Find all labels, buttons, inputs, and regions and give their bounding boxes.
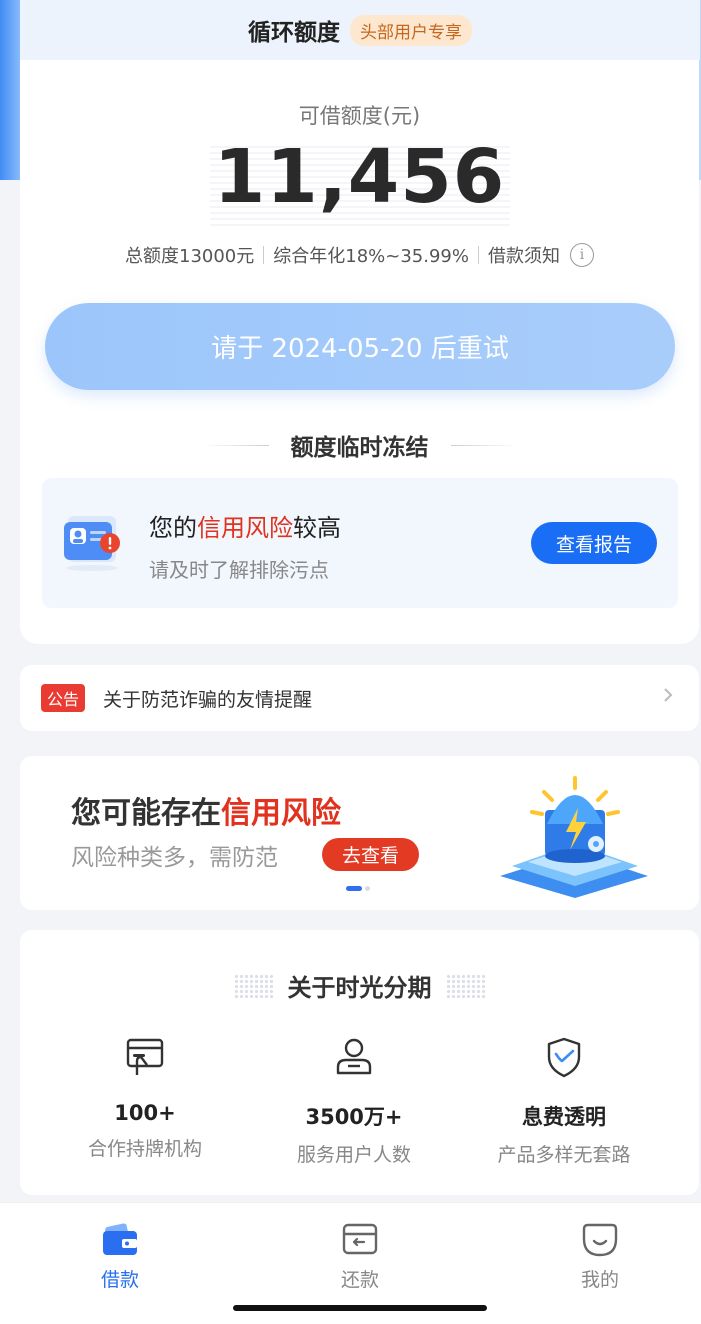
page-dot xyxy=(365,886,370,891)
decorative-dots xyxy=(445,973,486,998)
wallet-icon xyxy=(103,1223,137,1255)
feature-desc: 产品多样无套路 xyxy=(497,1144,631,1166)
tab-label: 还款 xyxy=(340,1269,379,1291)
announcement-tag: 公告 xyxy=(41,684,86,712)
retry-button[interactable]: 请于 2024-05-20 后重试 xyxy=(45,303,675,390)
credit-report-alert-icon xyxy=(64,516,120,571)
divider xyxy=(202,444,269,446)
banner-title-highlight: 信用风险 xyxy=(221,796,341,831)
announcement-bar[interactable]: 公告 关于防范诈骗的友情提醒 xyxy=(20,665,699,731)
available-limit-amount: 11,456 xyxy=(213,134,506,220)
banner-title: 您可能存在信用风险 xyxy=(71,788,341,832)
limit-meta: 总额度13000元 综合年化18%~35.99% 借款须知 i xyxy=(20,242,699,268)
vip-badge: 头部用户专享 xyxy=(350,14,472,46)
header: 循环额度 头部用户专享 xyxy=(20,0,700,60)
total-limit: 总额度13000元 xyxy=(125,246,255,267)
chevron-right-icon xyxy=(664,688,673,702)
page-dot-active xyxy=(346,886,362,891)
home-indicator xyxy=(233,1305,487,1311)
risk-title: 您的信用风险较高 xyxy=(149,508,341,543)
loan-notice-link[interactable]: 借款须知 xyxy=(488,242,560,268)
user-icon xyxy=(336,1038,372,1075)
banner-title-prefix: 您可能存在 xyxy=(71,796,221,831)
divider xyxy=(478,246,479,264)
feature-item: 100+ 合作持牌机构 xyxy=(45,1035,245,1161)
shield-check-icon xyxy=(547,1037,581,1078)
tab-label: 我的 xyxy=(580,1269,619,1291)
credit-risk-card: 您的信用风险较高 请及时了解排除污点 查看报告 xyxy=(42,478,678,608)
about-section: 关于时光分期 100+ 合作持牌机构 3500万+ 服务用户人数 息费透明 产品… xyxy=(20,930,699,1195)
alarm-light-icon xyxy=(500,776,648,898)
credit-limit-card: 可借额度(元) 11,456 总额度13000元 综合年化18%~35.99% … xyxy=(20,60,699,644)
annual-rate: 综合年化18%~35.99% xyxy=(273,246,469,267)
feature-item: 3500万+ 服务用户人数 xyxy=(254,1035,454,1167)
profile-icon xyxy=(582,1223,618,1257)
feature-desc: 合作持牌机构 xyxy=(87,1138,202,1160)
divider xyxy=(450,444,517,446)
feature-value: 3500万+ xyxy=(305,1105,403,1129)
banner-go-check-button[interactable]: 去查看 xyxy=(322,838,419,871)
risk-title-suffix: 较高 xyxy=(293,514,341,542)
banner-subtitle: 风险种类多，需防范 xyxy=(71,845,278,871)
tab-mine[interactable]: 我的 xyxy=(540,1219,660,1292)
about-title: 关于时光分期 xyxy=(20,968,699,1003)
divider xyxy=(263,246,265,264)
about-title-text: 关于时光分期 xyxy=(287,974,432,1002)
page-title: 循环额度 xyxy=(248,20,340,46)
frozen-section-title: 额度临时冻结 xyxy=(20,428,699,462)
risk-subtitle: 请及时了解排除污点 xyxy=(149,558,329,582)
banner-pagination xyxy=(346,886,370,891)
announcement-text: 关于防范诈骗的友情提醒 xyxy=(103,688,313,711)
feature-value: 100+ xyxy=(114,1101,176,1125)
feature-desc: 服务用户人数 xyxy=(296,1144,411,1166)
risk-title-prefix: 您的 xyxy=(149,514,197,542)
info-icon[interactable]: i xyxy=(570,243,594,267)
tab-repay[interactable]: 还款 xyxy=(300,1219,420,1292)
risk-title-highlight: 信用风险 xyxy=(197,514,293,542)
view-report-button[interactable]: 查看报告 xyxy=(531,522,657,564)
feature-item: 息费透明 产品多样无套路 xyxy=(464,1035,664,1167)
risk-banner[interactable]: 您可能存在信用风险 风险种类多，需防范 去查看 xyxy=(20,756,699,910)
frozen-title-text: 额度临时冻结 xyxy=(290,435,429,461)
repay-icon xyxy=(342,1223,378,1255)
tab-borrow[interactable]: 借款 xyxy=(60,1219,180,1292)
available-limit-label: 可借额度(元) xyxy=(298,104,421,128)
decorative-dots xyxy=(233,973,274,998)
tab-label: 借款 xyxy=(100,1269,139,1291)
feature-value: 息费透明 xyxy=(522,1105,606,1129)
institution-card-icon xyxy=(126,1038,164,1075)
